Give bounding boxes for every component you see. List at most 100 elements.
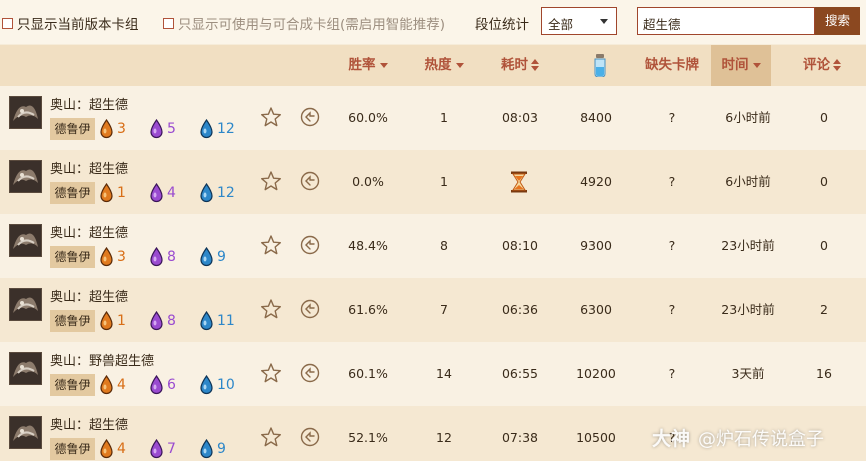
table-row[interactable]: 奥山：超生德 德鲁伊 3 8 9 48.4% 8 08:10 9300 ? 23… [0, 214, 866, 278]
purple-gem-icon [150, 119, 163, 139]
class-badge: 德鲁伊 [50, 310, 95, 332]
purple-gem-icon [150, 439, 163, 459]
retro-icon[interactable] [299, 362, 321, 384]
rank-select[interactable]: 全部 [541, 7, 617, 35]
updated-cell: 6小时前 [725, 174, 771, 189]
deck-thumbnail[interactable] [9, 96, 42, 129]
orange-dust-count: 4 [100, 439, 126, 459]
checkbox-box[interactable] [2, 17, 13, 29]
orange-count: 4 [117, 377, 126, 393]
filter-bar: 只显示当前版本卡组 只显示可使用与可合成卡组(需启用智能推荐) 段位统计 全部 … [0, 0, 866, 44]
sort-dust[interactable] [572, 45, 628, 86]
deck-name[interactable]: 奥山：超生德 [50, 414, 128, 433]
deck-name[interactable]: 奥山：野兽超生德 [50, 350, 154, 369]
sort-down-icon [455, 62, 464, 68]
blue-gem-icon [200, 311, 213, 331]
updated-cell: 23小时前 [721, 238, 775, 253]
checkbox-label: 只显示可使用与可合成卡组(需启用智能推荐) [178, 17, 446, 33]
column-label: 热度 [424, 57, 452, 73]
blue-count: 10 [217, 377, 235, 393]
purple-gem-icon [150, 311, 163, 331]
updated-cell: 23小时前 [721, 302, 775, 317]
table-row[interactable]: 奥山：超生德 德鲁伊 1 4 12 0.0% 1 4920 ? 6小时前 0 [0, 150, 866, 214]
star-icon[interactable] [260, 362, 282, 384]
comments-cell: 0 [820, 238, 828, 253]
duration-cell: 06:55 [501, 366, 539, 381]
purple-count: 6 [167, 377, 176, 393]
class-badge: 德鲁伊 [50, 118, 95, 140]
winrate-cell: 60.0% [348, 110, 388, 125]
duration-cell: 08:10 [501, 238, 539, 253]
current-version-checkbox[interactable]: 只显示当前版本卡组 [2, 13, 139, 33]
deck-thumbnail[interactable] [9, 160, 42, 193]
hourglass-icon [511, 171, 527, 193]
missing-cards-cell: ? [668, 302, 676, 317]
deck-thumbnail[interactable] [9, 288, 42, 321]
sort-time[interactable]: 耗时 [488, 45, 552, 86]
duration-cell: 06:36 [501, 302, 539, 317]
star-icon[interactable] [260, 426, 282, 448]
winrate-cell: 52.1% [348, 430, 388, 445]
star-icon[interactable] [260, 170, 282, 192]
orange-count: 3 [117, 249, 126, 265]
comments-cell: 2 [820, 302, 828, 317]
rank-select-value: 全部 [548, 17, 574, 32]
orange-count: 3 [117, 121, 126, 137]
orange-gem-icon [100, 119, 113, 139]
rank-label: 段位统计 [475, 17, 529, 33]
column-label: 缺失卡牌 [645, 57, 699, 73]
sort-updated[interactable]: 时间 [711, 45, 771, 86]
retro-icon[interactable] [299, 106, 321, 128]
orange-count: 1 [117, 185, 126, 201]
checkbox-box[interactable] [163, 17, 174, 29]
orange-dust-count: 1 [100, 183, 126, 203]
deck-name[interactable]: 奥山：超生德 [50, 158, 128, 177]
dust-cost-cell: 8400 [580, 110, 612, 125]
checkbox-label: 只显示当前版本卡组 [17, 17, 139, 33]
deck-thumbnail[interactable] [9, 416, 42, 449]
star-icon[interactable] [260, 106, 282, 128]
deck-name[interactable]: 奥山：超生德 [50, 222, 128, 241]
deck-thumbnail[interactable] [9, 224, 42, 257]
search-input[interactable]: 超生德 [637, 7, 815, 35]
blue-dust-count: 10 [200, 375, 235, 395]
watermark-brand: 大神 [652, 428, 691, 450]
orange-count: 4 [117, 441, 126, 457]
dust-cost-cell: 10200 [576, 366, 616, 381]
deck-name[interactable]: 奥山：超生德 [50, 94, 128, 113]
retro-icon[interactable] [299, 298, 321, 320]
sort-heat[interactable]: 热度 [412, 45, 476, 86]
table-row[interactable]: 奥山：超生德 德鲁伊 3 5 12 60.0% 1 08:03 8400 ? 6… [0, 86, 866, 150]
class-badge: 德鲁伊 [50, 182, 95, 204]
retro-icon[interactable] [299, 426, 321, 448]
sort-updown-icon [531, 59, 539, 71]
sort-winrate[interactable]: 胜率 [336, 45, 400, 86]
deck-name[interactable]: 奥山：超生德 [50, 286, 128, 305]
deck-thumbnail[interactable] [9, 352, 42, 385]
star-icon[interactable] [260, 298, 282, 320]
missing-cards-cell: ? [668, 110, 676, 125]
star-icon[interactable] [260, 234, 282, 256]
blue-count: 12 [217, 121, 235, 137]
heat-cell: 14 [436, 366, 452, 381]
updated-cell: 3天前 [731, 366, 765, 381]
orange-gem-icon [100, 183, 113, 203]
heat-cell: 8 [440, 238, 448, 253]
duration-cell: 08:03 [501, 110, 539, 125]
dust-cost-cell: 4920 [580, 174, 612, 189]
sort-comments[interactable]: 评论 [792, 45, 852, 86]
blue-gem-icon [200, 119, 213, 139]
retro-icon[interactable] [299, 170, 321, 192]
table-row[interactable]: 奥山：超生德 德鲁伊 1 8 11 61.6% 7 06:36 6300 ? 2… [0, 278, 866, 342]
blue-gem-icon [200, 375, 213, 395]
blue-gem-icon [200, 439, 213, 459]
table-row[interactable]: 奥山：野兽超生德 德鲁伊 4 6 10 60.1% 14 06:55 10200… [0, 342, 866, 406]
craftable-checkbox[interactable]: 只显示可使用与可合成卡组(需启用智能推荐) [163, 13, 445, 33]
purple-gem-icon [150, 375, 163, 395]
blue-dust-count: 9 [200, 247, 226, 267]
retro-icon[interactable] [299, 234, 321, 256]
class-badge: 德鲁伊 [50, 374, 95, 396]
search-button[interactable]: 搜索 [815, 7, 860, 35]
winrate-cell: 61.6% [348, 302, 388, 317]
blue-count: 9 [217, 441, 226, 457]
